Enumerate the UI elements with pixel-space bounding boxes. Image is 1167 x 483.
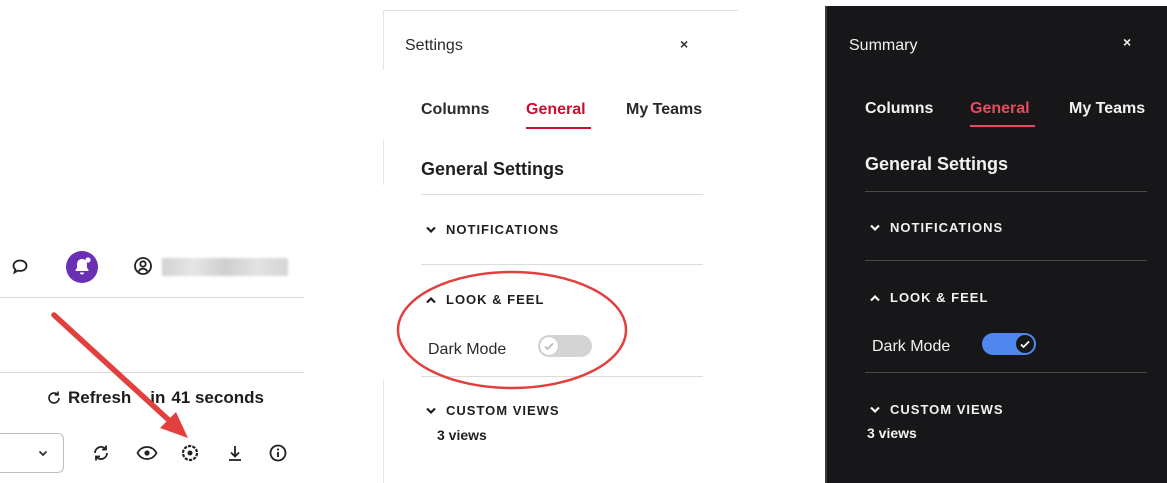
accordion-look-feel[interactable]: LOOK & FEEL [870,290,988,305]
divider [0,372,304,373]
tab-my-teams[interactable]: My Teams [1069,100,1145,118]
tab-columns[interactable]: Columns [865,100,933,118]
bell-icon [75,257,91,275]
chevron-down-icon [870,224,880,231]
close-button[interactable]: × [1123,34,1131,50]
chevron-down-icon [38,450,48,457]
active-tab-indicator [526,127,591,129]
header-icons [0,248,310,288]
refresh-seconds: 41 seconds [171,388,264,407]
chevron-up-icon [426,296,436,303]
tab-general[interactable]: General [970,100,1030,118]
refresh-prefix: Refresh [68,388,132,407]
tab-general[interactable]: General [526,101,586,119]
divider [383,140,384,185]
divider [383,10,738,11]
divider [421,264,703,265]
app-toolbar-fragment: Refreshesin 41 seconds [0,0,310,483]
refresh-status: Refreshesin 41 seconds [46,386,264,410]
accordion-notifications[interactable]: NOTIFICATIONS [870,220,1003,235]
accordion-look-feel[interactable]: LOOK & FEEL [426,292,544,307]
views-count: 3 views [437,427,487,443]
dark-mode-toggle[interactable] [538,335,592,357]
views-count: 3 views [867,425,917,441]
accordion-notifications[interactable]: NOTIFICATIONS [426,222,559,237]
divider [421,194,703,195]
view-select[interactable] [0,433,64,473]
check-icon [544,342,554,351]
refresh-hidden-text: es [131,388,150,408]
toggle-knob [540,337,558,355]
refresh-icon [48,391,60,404]
panel-title: Settings [405,37,463,54]
divider [865,260,1147,261]
tab-my-teams[interactable]: My Teams [626,101,702,119]
section-title: General Settings [865,154,1009,174]
divider [383,380,384,483]
panel-title: Summary [849,37,918,54]
active-tab-indicator [970,125,1035,127]
user-circle-icon[interactable] [133,256,153,276]
accordion-label: LOOK & FEEL [446,292,545,307]
settings-panel-light: Settings × Columns General My Teams Gene… [383,10,738,483]
chevron-down-icon [426,407,436,414]
divider [383,10,384,70]
tab-columns[interactable]: Columns [421,101,489,119]
settings-icon[interactable] [180,443,200,463]
refresh-middle: in [150,388,166,407]
accordion-custom-views[interactable]: CUSTOM VIEWS [870,402,1004,417]
accordion-label: NOTIFICATIONS [446,222,560,237]
accordion-label: NOTIFICATIONS [890,220,1004,235]
section-title: General Settings [421,159,565,179]
eye-icon[interactable] [136,443,158,463]
dark-mode-label: Dark Mode [428,341,507,358]
info-icon[interactable] [268,443,288,463]
check-icon [1020,340,1030,349]
user-name-redacted [162,258,288,276]
divider [865,372,1147,373]
close-button[interactable]: × [680,36,688,52]
download-icon[interactable] [226,443,244,463]
chevron-down-icon [426,226,436,233]
accordion-label: CUSTOM VIEWS [446,403,560,418]
dark-mode-toggle[interactable] [982,333,1036,355]
accordion-label: LOOK & FEEL [890,290,989,305]
notification-bell-button[interactable] [66,251,98,283]
chat-icon[interactable] [10,257,30,277]
summary-panel-dark: Summary × Columns General My Teams Gener… [825,6,1167,483]
chevron-down-icon [870,406,880,413]
accordion-label: CUSTOM VIEWS [890,402,1004,417]
divider [0,297,304,298]
divider [421,376,703,377]
dark-mode-label: Dark Mode [872,338,951,355]
accordion-custom-views[interactable]: CUSTOM VIEWS [426,403,560,418]
refresh-icon[interactable] [91,443,111,463]
divider [865,191,1147,192]
toggle-knob [1016,335,1034,353]
chevron-up-icon [870,294,880,301]
